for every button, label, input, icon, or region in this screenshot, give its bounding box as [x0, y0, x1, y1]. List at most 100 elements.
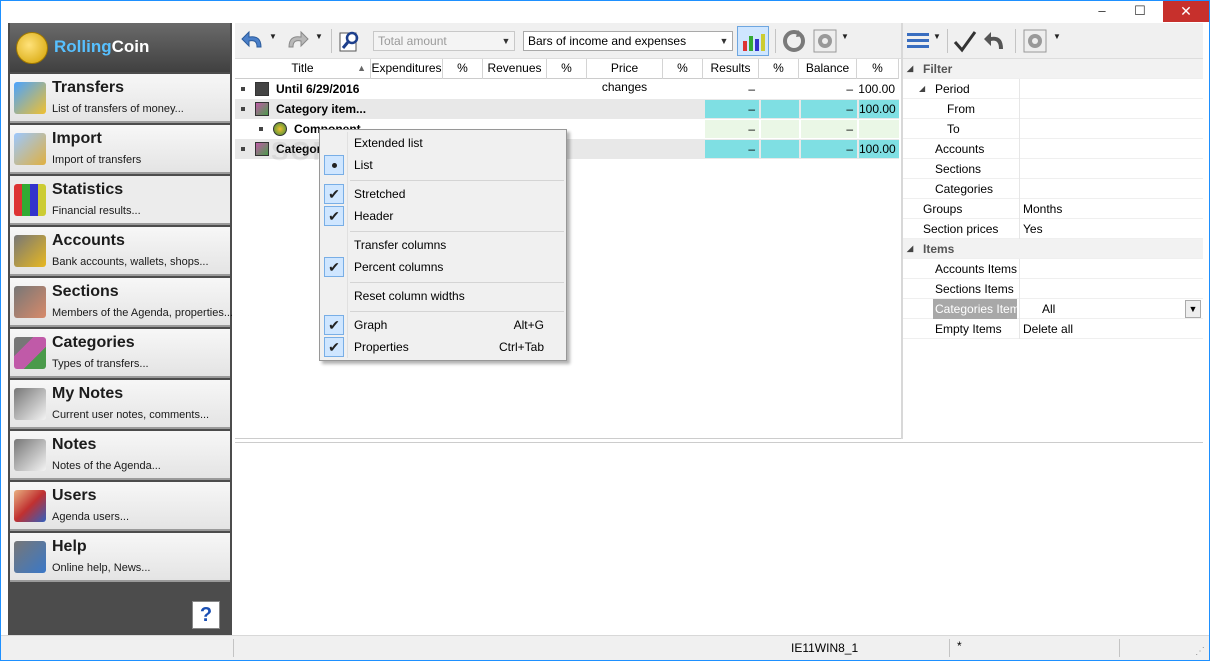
resize-grip-icon[interactable]: ⋰ — [1195, 646, 1205, 657]
property-label: Items — [923, 242, 955, 256]
redo-dropdown-arrow-icon[interactable]: ▼ — [315, 32, 323, 41]
property-value[interactable]: Yes — [1019, 219, 1203, 239]
chart-type-select[interactable]: Bars of income and expenses ▼ — [523, 31, 733, 51]
table-row[interactable]: Category item... – – 100.00 — [235, 99, 899, 119]
undo-dropdown-arrow-icon[interactable]: ▼ — [269, 32, 277, 41]
settings-gear-icon[interactable] — [811, 27, 839, 55]
menu-item-graph[interactable]: ✔ Graph Alt+G — [322, 314, 564, 336]
menu-item-shortcut: Ctrl+Tab — [498, 340, 544, 354]
percent-cell: 100.00 — [859, 140, 899, 158]
chevron-down-icon[interactable]: ▼ — [1185, 300, 1201, 318]
row-title: Until 6/29/2016 — [276, 82, 360, 96]
property-value[interactable] — [1019, 79, 1203, 99]
sidebar-item-import[interactable]: Import Import of transfers — [10, 125, 230, 174]
property-row-empty-items[interactable]: Empty Items Delete all — [903, 319, 1203, 339]
refresh-icon[interactable] — [780, 27, 808, 55]
sidebar-item-sections[interactable]: Sections Members of the Agenda, properti… — [10, 278, 233, 327]
title-bar: – ☐ ✕ — [1, 1, 1209, 23]
column-header-results[interactable]: Results — [703, 59, 759, 79]
sidebar-item-title: Accounts — [52, 232, 125, 249]
apply-checkmark-icon[interactable] — [951, 27, 979, 55]
amount-select[interactable]: Total amount ▼ — [373, 31, 515, 51]
property-value[interactable] — [1019, 139, 1203, 159]
property-value[interactable] — [1019, 279, 1203, 299]
collapse-triangle-icon[interactable]: ◢ — [907, 239, 913, 259]
property-value[interactable] — [1019, 159, 1203, 179]
property-value[interactable] — [1019, 99, 1203, 119]
sidebar-item-title: Categories — [52, 334, 135, 351]
property-row-categories-items[interactable]: Categories Items All ▼ — [903, 299, 1203, 319]
redo-icon[interactable] — [283, 27, 311, 55]
maximize-button[interactable]: ☐ — [1125, 1, 1155, 22]
property-row-period[interactable]: ◢ Period — [903, 79, 1203, 99]
property-row-to[interactable]: To — [903, 119, 1203, 139]
main-toolbar: ▼ ▼ Total amount ▼ Bars of income and ex… — [235, 23, 901, 59]
sidebar-item-transfers[interactable]: Transfers List of transfers of money... — [10, 74, 230, 123]
list-menu-dropdown-arrow-icon[interactable]: ▼ — [933, 32, 941, 41]
row-bullet-icon — [241, 87, 245, 91]
category-icon — [255, 102, 269, 116]
property-section-filter[interactable]: ◢ Filter — [903, 59, 1203, 79]
menu-item-percent-columns[interactable]: ✔ Percent columns — [322, 256, 564, 278]
property-row-from[interactable]: From — [903, 99, 1203, 119]
categories-items-select[interactable]: All — [1019, 299, 1203, 319]
property-row-accounts[interactable]: Accounts — [903, 139, 1203, 159]
menu-item-list[interactable]: List — [322, 154, 564, 176]
list-menu-icon[interactable] — [905, 27, 933, 55]
sidebar-item-categories[interactable]: Categories Types of transfers... — [10, 329, 230, 378]
sidebar-item-users[interactable]: Users Agenda users... — [10, 482, 230, 531]
column-header-revenues[interactable]: Revenues — [483, 59, 547, 79]
column-header-percent[interactable]: % — [759, 59, 799, 79]
column-header-percent[interactable]: % — [547, 59, 587, 79]
calendar-icon — [255, 82, 269, 96]
menu-item-transfer-columns[interactable]: Transfer columns — [322, 234, 564, 256]
sidebar-item-statistics[interactable]: Statistics Financial results... — [10, 176, 230, 225]
menu-item-reset-column-widths[interactable]: Reset column widths — [322, 285, 564, 307]
property-value[interactable] — [1019, 259, 1203, 279]
menu-item-stretched[interactable]: ✔ Stretched — [322, 183, 564, 205]
property-row-accounts-items[interactable]: Accounts Items — [903, 259, 1203, 279]
settings-dropdown-arrow-icon[interactable]: ▼ — [841, 32, 849, 41]
status-machine-name: IE11WIN8_1 — [791, 641, 859, 655]
column-header-percent[interactable]: % — [857, 59, 899, 79]
property-row-section-prices[interactable]: Section prices Yes — [903, 219, 1203, 239]
property-value[interactable] — [1019, 179, 1203, 199]
properties-settings-gear-icon[interactable] — [1021, 27, 1049, 55]
property-label: Filter — [923, 62, 953, 76]
property-value[interactable]: Months — [1019, 199, 1203, 219]
sidebar-item-title: Statistics — [52, 181, 124, 198]
column-header-balance[interactable]: Balance — [799, 59, 857, 79]
property-value[interactable]: Delete all — [1019, 319, 1203, 339]
minimize-button[interactable]: – — [1087, 1, 1117, 22]
revert-icon[interactable] — [981, 27, 1009, 55]
property-section-items[interactable]: ◢ Items — [903, 239, 1203, 259]
property-row-categories[interactable]: Categories — [903, 179, 1203, 199]
results-cell: – — [705, 120, 759, 138]
menu-item-extended-list[interactable]: Extended list — [322, 132, 564, 154]
menu-item-properties[interactable]: ✔ Properties Ctrl+Tab — [322, 336, 564, 358]
collapse-triangle-icon[interactable]: ◢ — [919, 79, 925, 99]
undo-icon[interactable] — [239, 27, 267, 55]
sidebar-item-notes[interactable]: Notes Notes of the Agenda... — [10, 431, 230, 480]
column-header-percent[interactable]: % — [443, 59, 483, 79]
column-header-price-changes[interactable]: Price changes — [587, 59, 663, 94]
graph-toggle-icon[interactable] — [737, 26, 769, 56]
property-row-sections-items[interactable]: Sections Items — [903, 279, 1203, 299]
menu-item-header[interactable]: ✔ Header — [322, 205, 564, 227]
help-question-button[interactable]: ? — [192, 601, 220, 629]
column-header-percent[interactable]: % — [663, 59, 703, 79]
close-button[interactable]: ✕ — [1163, 1, 1209, 22]
property-value[interactable] — [1019, 119, 1203, 139]
sidebar-item-accounts[interactable]: Accounts Bank accounts, wallets, shops..… — [10, 227, 230, 276]
sort-ascending-icon: ▲ — [357, 63, 366, 73]
sidebar-item-help[interactable]: Help Online help, News... — [10, 533, 230, 582]
column-header-title[interactable]: Title ▲ — [235, 59, 371, 79]
table-row[interactable]: Until 6/29/2016 – – 100.00 — [235, 79, 899, 99]
sidebar-item-my-notes[interactable]: My Notes Current user notes, comments... — [10, 380, 230, 429]
collapse-triangle-icon[interactable]: ◢ — [907, 59, 913, 79]
property-row-groups[interactable]: Groups Months — [903, 199, 1203, 219]
search-icon[interactable] — [336, 27, 364, 55]
column-header-expenditures[interactable]: Expenditures — [371, 59, 443, 79]
properties-settings-dropdown-arrow-icon[interactable]: ▼ — [1053, 32, 1061, 41]
property-row-sections[interactable]: Sections — [903, 159, 1203, 179]
